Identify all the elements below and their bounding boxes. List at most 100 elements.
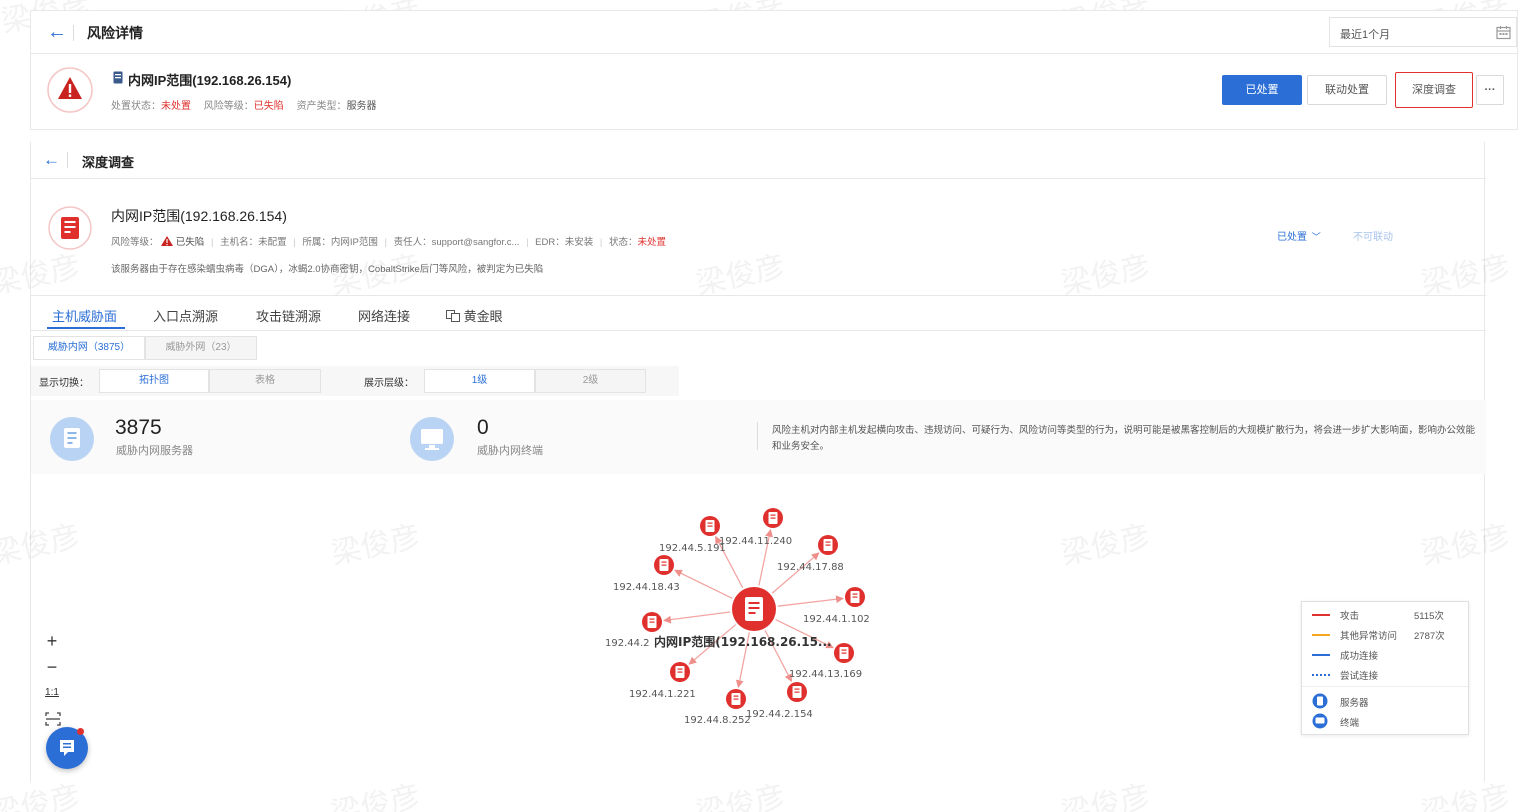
meta-edr-label: EDR： [535, 237, 565, 248]
fit-screen-icon[interactable] [45, 712, 61, 726]
chevron-down-icon: ﹀ [1311, 232, 1321, 242]
linked-handle-button[interactable]: 联动处置 [1307, 75, 1387, 105]
graph-node-label: 192.44.1.102 [803, 614, 870, 625]
terminal-stat-icon [410, 417, 454, 461]
zoom-in-button[interactable]: + [41, 630, 63, 652]
tab-host-threat[interactable]: 主机威胁面 [52, 306, 117, 325]
subtab-threat-intranet[interactable]: 威胁内网（3875） [33, 336, 145, 360]
level-2-button[interactable]: 2级 [535, 369, 646, 393]
legend-success-line [1312, 654, 1330, 656]
threat-topology-graph[interactable]: 192.44.11.240 192.44.17.88 192.44.1.102 192… [31, 474, 1486, 782]
graph-node-label: 192.44.5.191 [659, 543, 726, 554]
status-label: 处置状态： [111, 101, 161, 112]
meta-state-label: 状态： [609, 237, 638, 248]
graph-node-label: 192.44.18.43 [613, 582, 680, 593]
meta-belong-value: 内网IP范围 [330, 237, 378, 248]
meta-belong-label: 所属： [302, 237, 331, 248]
risk-warning-icon [47, 67, 93, 113]
asset-name: 内网IP范围(192.168.26.154) [128, 73, 292, 88]
graph-edge [674, 569, 733, 600]
graph-node[interactable]: 192.44.11.240 [719, 508, 792, 547]
date-range-picker[interactable]: 最近1个月 [1329, 17, 1517, 47]
panel-asset-name: 内网IP范围(192.168.26.154) [111, 208, 287, 224]
handled-dropdown[interactable]: 已处置 ﹀ [1277, 228, 1321, 243]
legend-attack-count: 5115次 [1414, 611, 1444, 622]
terminals-count: 0 [477, 416, 489, 439]
panel-title: 深度调查 [82, 155, 135, 170]
type-label: 资产类型： [296, 101, 347, 112]
legend-attack-label: 攻击 [1340, 611, 1360, 622]
status-value: 未处置 [161, 101, 191, 112]
legend-attempt-line [1312, 674, 1330, 676]
graph-node[interactable]: 192.44.1.221 [629, 662, 696, 700]
level-label: 风险等级： [203, 101, 254, 112]
stats-note: 风险主机对内部主机发起横向攻击、违规访问、可疑行为、风险访问等类型的行为，说明可… [772, 425, 1476, 452]
tab-entry-trace[interactable]: 入口点溯源 [153, 306, 218, 325]
server-icon [48, 206, 92, 250]
meta-edr-value: 未安装 [564, 237, 594, 248]
meta-host-value: 未配置 [258, 237, 287, 248]
page-title: 风险详情 [87, 25, 143, 41]
panel-asset-description: 该服务器由于存在感染蠕虫病毒（DGA），冰蝎2.0协商密钥，CobaltStri… [111, 264, 544, 275]
more-button[interactable]: ··· [1476, 75, 1504, 105]
handled-dropdown-label: 已处置 [1277, 232, 1307, 243]
deep-investigation-button[interactable]: 深度调查 [1395, 72, 1473, 108]
display-level-label: 展示层级： [364, 378, 414, 389]
graph-node[interactable]: 192.44.18.43 [613, 555, 680, 593]
not-linkable-button[interactable]: 不可联动 [1353, 228, 1393, 243]
risk-detail-card: ← 风险详情 最近1个月 内网IP范围(192.168.26.154) 处置状态… [30, 10, 1518, 130]
meta-state-value: 未处置 [637, 237, 667, 248]
active-tab-indicator [47, 327, 125, 329]
graph-edge [663, 611, 731, 624]
graph-edge [777, 595, 844, 607]
graph-edge [771, 552, 820, 594]
tab-attack-chain[interactable]: 攻击链溯源 [256, 306, 321, 325]
type-value: 服务器 [346, 101, 377, 112]
table-view-button[interactable]: 表格 [209, 369, 321, 393]
graph-node[interactable]: 192.44.1.102 [803, 587, 870, 625]
display-switch-label: 显示切换： [39, 378, 89, 389]
legend-success-label: 成功连接 [1340, 651, 1379, 662]
tab-network-connection[interactable]: 网络连接 [358, 306, 410, 325]
graph-node[interactable]: 192.44.5.191 [659, 516, 726, 554]
back-arrow-icon[interactable]: ← [43, 150, 60, 170]
meta-owner-value: support@sangfor.c... [431, 237, 520, 248]
graph-legend: 攻击 5115次 其他异常访问 2787次 成功连接 尝试连接 服务器 终端 [1301, 601, 1469, 735]
graph-node-label: 192.44.2 [605, 638, 650, 649]
legend-terminal-icon [1312, 713, 1328, 729]
servers-label: 威胁内网服务器 [116, 445, 193, 457]
subtab-threat-extranet[interactable]: 威胁外网（23） [145, 336, 257, 360]
warning-icon [161, 236, 174, 246]
graph-node-label: 192.44.8.252 [684, 715, 751, 726]
servers-count: 3875 [115, 416, 162, 439]
legend-server-icon [1312, 693, 1328, 709]
handled-button[interactable]: 已处置 [1222, 75, 1302, 105]
meta-owner-label: 责任人： [393, 237, 432, 248]
chat-float-button[interactable] [46, 727, 88, 769]
tab-golden-eye[interactable]: 黄金眼 [446, 306, 503, 325]
center-node-label: 内网IP范围(192.168.26.15... [654, 634, 832, 649]
center-node[interactable] [732, 587, 776, 631]
tab-golden-eye-label: 黄金眼 [463, 309, 503, 324]
calendar-icon [1496, 26, 1511, 40]
meta-host-label: 主机名： [220, 237, 259, 248]
graph-node-label: 192.44.11.240 [719, 536, 792, 547]
server-icon [113, 71, 123, 84]
back-arrow-icon[interactable]: ← [47, 22, 67, 42]
notification-dot [77, 728, 84, 735]
zoom-reset-button[interactable]: 1:1 [41, 682, 63, 704]
graph-node-label: 192.44.13.169 [789, 669, 862, 680]
graph-node-label: 192.44.1.221 [629, 689, 696, 700]
legend-attack-line [1312, 614, 1330, 616]
legend-abnormal-line [1312, 634, 1330, 636]
topology-view-button[interactable]: 拓扑图 [99, 369, 209, 393]
graph-node[interactable]: 192.44.2.154 [746, 682, 813, 720]
zoom-out-button[interactable]: − [41, 656, 63, 678]
legend-attempt-label: 尝试连接 [1340, 671, 1379, 682]
level-1-button[interactable]: 1级 [424, 369, 535, 393]
date-range-value: 最近1个月 [1340, 29, 1391, 41]
legend-abnormal-label: 其他异常访问 [1340, 631, 1398, 642]
meta-level-value: 已失陷 [175, 237, 205, 248]
panel-asset-meta: 风险等级： 已失陷 | 主机名：未配置 | 所属：内网IP范围 | 责任人：su… [111, 236, 667, 248]
golden-eye-icon [446, 310, 460, 322]
